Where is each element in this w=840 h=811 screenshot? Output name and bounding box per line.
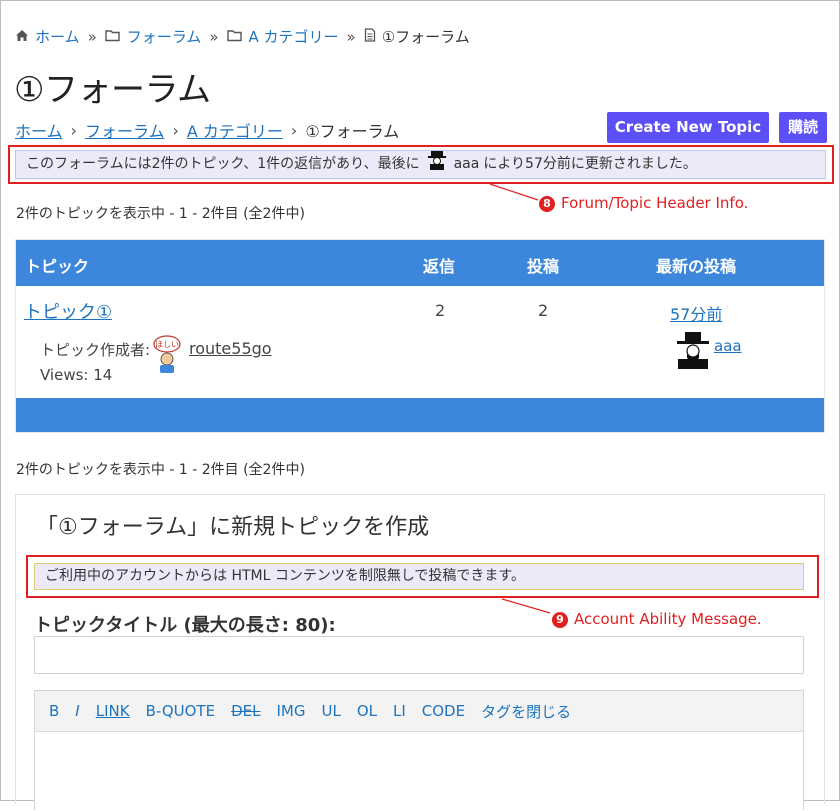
topic-replies-count: 2 xyxy=(435,301,446,320)
toolbar-bold-button[interactable]: B xyxy=(49,702,59,720)
forum-info-suffix: により57分前に更新されました。 xyxy=(483,156,697,172)
breadcrumb-separator: » xyxy=(209,27,219,46)
topic-count-text: 2件のトピックを表示中 - 1 - 2件目 (全2件中) xyxy=(16,206,305,222)
annotation-text: Forum/Topic Header Info. xyxy=(561,194,749,212)
table-header: トピック 返信 投稿 最新の投稿 xyxy=(16,240,824,286)
avatar-bubble-text: ほしい xyxy=(155,340,179,349)
column-header-topic: トピック xyxy=(25,257,90,276)
annotation-number: 9 xyxy=(552,612,568,628)
latest-post-user-link[interactable]: aaa xyxy=(714,337,742,355)
toolbar-blockquote-button[interactable]: B-QUOTE xyxy=(146,702,216,720)
forum-info-prefix: このフォーラムには2件のトピック、1件の返信があり、最後に xyxy=(26,156,420,172)
breadcrumb-separator: › xyxy=(290,120,298,140)
topic-views: Views: 14 xyxy=(40,366,113,384)
topic-author-link[interactable]: route55go xyxy=(189,339,272,358)
annotation-text: Account Ability Message. xyxy=(574,610,762,628)
toolbar-code-button[interactable]: CODE xyxy=(422,702,465,720)
topic-title-input[interactable] xyxy=(34,636,804,674)
toolbar-close-tags-button[interactable]: タグを閉じる xyxy=(481,701,571,722)
breadcrumb-separator: › xyxy=(172,120,179,140)
column-header-replies: 返信 xyxy=(423,257,456,276)
toolbar-italic-button[interactable]: I xyxy=(75,702,79,720)
breadcrumb-category[interactable]: A カテゴリー xyxy=(187,118,283,142)
breadcrumb-forums[interactable]: フォーラム xyxy=(85,118,165,142)
annotation-number: 8 xyxy=(539,196,555,212)
latest-post-avatar[interactable] xyxy=(675,331,711,373)
forum-info-user-link[interactable]: aaa xyxy=(454,151,480,178)
document-icon xyxy=(364,27,376,46)
subscribe-button[interactable]: 購読 xyxy=(779,112,827,143)
breadcrumb-home[interactable]: ホーム xyxy=(15,118,63,142)
annotation-pointer-line xyxy=(489,183,539,201)
toolbar-link-button[interactable]: LINK xyxy=(96,702,130,720)
toolbar-del-button[interactable]: DEL xyxy=(231,702,260,720)
content-textarea[interactable] xyxy=(35,733,803,811)
toolbar-ul-button[interactable]: UL xyxy=(321,702,340,720)
breadcrumb-category[interactable]: A カテゴリー xyxy=(249,26,339,47)
toolbar-ol-button[interactable]: OL xyxy=(357,702,377,720)
toolbar-li-button[interactable]: LI xyxy=(393,702,406,720)
topic-count-text-bottom: 2件のトピックを表示中 - 1 - 2件目 (全2件中) xyxy=(16,462,305,478)
breadcrumb-secondary: ホーム › フォーラム › A カテゴリー › ①フォーラム xyxy=(15,118,399,142)
page-title: ①フォーラム xyxy=(14,70,211,110)
editor-toolbar: B I LINK B-QUOTE DEL IMG UL OL LI CODE タ… xyxy=(35,691,803,732)
account-ability-notice: ご利用中のアカウントからは HTML コンテンツを制限無しで投稿できます。 xyxy=(34,563,804,590)
breadcrumb-forums[interactable]: フォーラム xyxy=(127,26,202,47)
column-header-latest: 最新の投稿 xyxy=(656,257,737,276)
user-avatar-icon xyxy=(427,150,447,180)
topic-posts-count: 2 xyxy=(538,301,549,320)
breadcrumb-home[interactable]: ホーム xyxy=(35,26,80,47)
topic-author-label: トピック作成者: xyxy=(40,341,151,359)
home-icon xyxy=(15,28,29,46)
create-new-topic-button[interactable]: Create New Topic xyxy=(607,112,769,143)
author-avatar[interactable]: ほしい xyxy=(152,335,182,377)
annotation-pointer-line xyxy=(501,598,551,614)
topic-title-link[interactable]: トピック① xyxy=(24,298,112,324)
latest-post-time-link[interactable]: 57分前 xyxy=(670,301,722,325)
breadcrumb-current: ①フォーラム xyxy=(305,122,400,141)
annotation-label: 8 Forum/Topic Header Info. xyxy=(539,194,748,212)
topic-title-label: トピックタイトル (最大の長さ: 80): xyxy=(34,615,336,636)
table-footer xyxy=(16,398,824,432)
annotation-label: 9 Account Ability Message. xyxy=(552,610,762,628)
breadcrumb-separator: » xyxy=(346,27,356,46)
new-topic-heading: 「①フォーラム」に新規トピックを作成 xyxy=(36,515,430,540)
column-header-posts: 投稿 xyxy=(527,257,560,276)
folder-icon xyxy=(226,28,243,46)
folder-icon xyxy=(105,28,121,46)
breadcrumb: ホーム » フォーラム » A カテゴリー » ①フォーラム xyxy=(15,26,470,47)
forum-info-notice: このフォーラムには2件のトピック、1件の返信があり、最後に aaa により57分… xyxy=(15,150,826,179)
breadcrumb-separator: » xyxy=(87,27,97,46)
toolbar-img-button[interactable]: IMG xyxy=(276,702,305,720)
breadcrumb-separator: › xyxy=(70,120,77,140)
content-editor: B I LINK B-QUOTE DEL IMG UL OL LI CODE タ… xyxy=(34,690,804,811)
breadcrumb-current: ①フォーラム xyxy=(381,28,470,46)
